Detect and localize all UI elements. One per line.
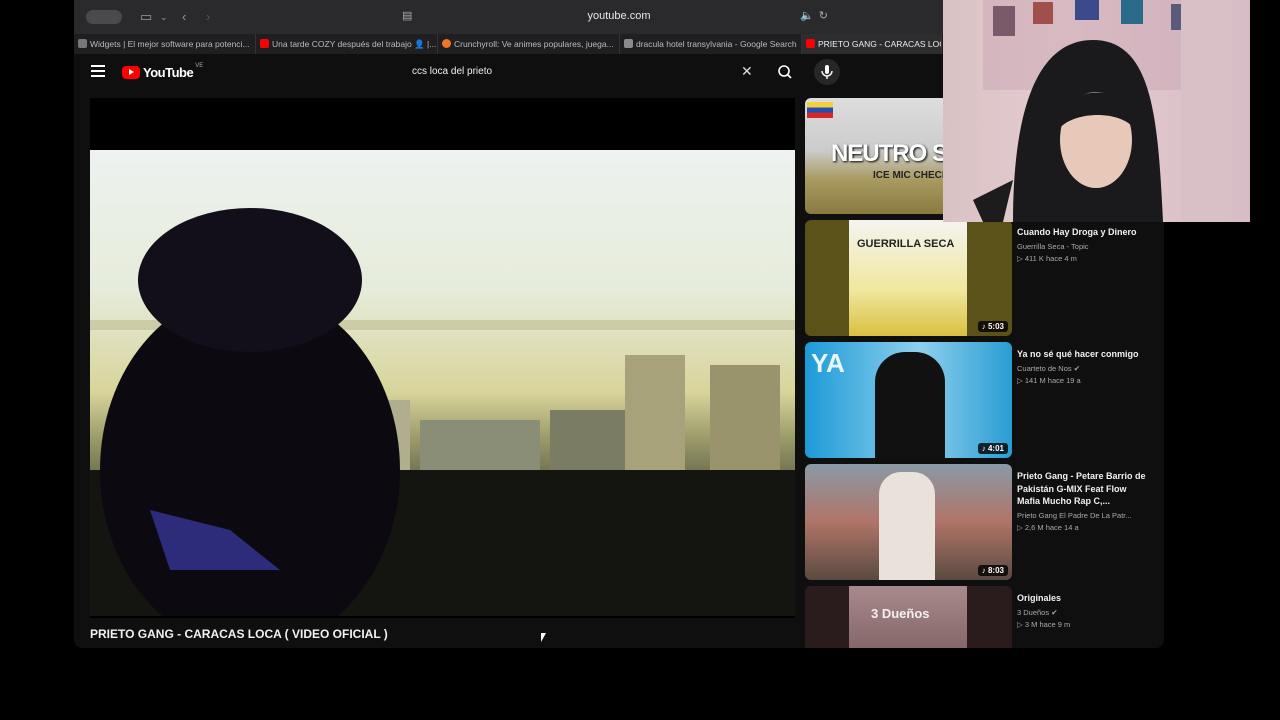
duration-text: 5:03 xyxy=(987,322,1004,331)
rec-stats: ▷ 411 K hace 4 m xyxy=(1017,253,1077,263)
album-cover-text: GUERRILLA SECA xyxy=(857,238,955,250)
thumbnail-text: YA xyxy=(811,348,845,378)
tab-label: Widgets | El mejor software para potenci… xyxy=(90,39,250,49)
search-button[interactable] xyxy=(768,59,804,85)
rec-stats-text: 411 K hace 4 m xyxy=(1024,253,1077,263)
video-thumbnail[interactable]: 3 Dueños xyxy=(805,586,1012,648)
rec-stats: ▷ 2,6 M hace 14 a xyxy=(1017,522,1079,532)
video-thumbnail[interactable]: YA ♪ 4:01 xyxy=(805,342,1012,458)
window-controls[interactable] xyxy=(86,10,122,24)
rec-channel[interactable]: Prieto Gang El Padre De La Patr... xyxy=(1017,511,1152,520)
webcam-overlay xyxy=(943,0,1250,222)
youtube-logo[interactable]: YouTube VE xyxy=(122,63,204,80)
video-thumbnail[interactable]: ♪ 8:03 xyxy=(805,464,1012,580)
rec-title[interactable]: Prieto Gang - Petare Barrio de Pakistán … xyxy=(1017,470,1152,508)
album-cover: GUERRILLA SECA xyxy=(849,220,967,336)
address-bar[interactable]: ▤ youtube.com 🔈 ↻ xyxy=(394,6,844,28)
album-cover: 3 Dueños xyxy=(849,586,967,648)
crunchyroll-favicon-icon xyxy=(442,39,451,48)
verified-icon: ✔ xyxy=(1073,363,1081,373)
rec-channel-text: 3 Dueños xyxy=(1017,607,1050,617)
video-thumbnail[interactable]: GUERRILLA SECA ♪ 5:03 xyxy=(805,220,1012,336)
tab-prieto-gang[interactable]: PRIETO GANG - CARACAS LOCA xyxy=(802,34,942,54)
tab-label: Una tarde COZY después del trabajo 👤 |..… xyxy=(272,39,437,49)
search-input[interactable]: ccs loca del prieto xyxy=(412,66,492,77)
chevron-down-icon[interactable]: ⌄ xyxy=(160,8,168,26)
rec-stats: ▷ 141 M hace 19 a xyxy=(1017,375,1081,385)
rec-channel[interactable]: Cuarteto de Nos ✔ xyxy=(1017,364,1152,373)
video-meta: Ya no sé qué hacer conmigo Cuarteto de N… xyxy=(1017,348,1152,385)
search-box[interactable]: ccs loca del prieto ✕ xyxy=(404,59,764,85)
clear-search-icon[interactable]: ✕ xyxy=(741,63,753,80)
rec-stats-text: 2,6 M hace 14 a xyxy=(1024,522,1079,532)
tab-widgets[interactable]: Widgets | El mejor software para potenci… xyxy=(74,34,256,54)
tab-label: PRIETO GANG - CARACAS LOCA xyxy=(818,39,942,49)
rec-stats: ▷ 3 M hace 9 m xyxy=(1017,619,1071,629)
audio-playing-icon[interactable]: 🔈 xyxy=(800,9,814,22)
widgets-favicon-icon xyxy=(78,39,87,48)
recommendation-item[interactable]: GUERRILLA SECA ♪ 5:03 Cuando Hay Droga y… xyxy=(805,220,1155,338)
microphone-icon xyxy=(821,65,833,79)
duration-badge: ♪ 4:01 xyxy=(977,443,1008,454)
tab-google-search[interactable]: dracula hotel transylvania - Google Sear… xyxy=(620,34,802,54)
recommendation-item[interactable]: ♪ 8:03 Prieto Gang - Petare Barrio de Pa… xyxy=(805,464,1155,582)
tab-crunchyroll[interactable]: Crunchyroll: Ve animes populares, juega.… xyxy=(438,34,620,54)
thumbnail-figure xyxy=(875,352,945,458)
forward-icon[interactable]: › xyxy=(206,8,210,26)
google-favicon-icon xyxy=(624,39,633,48)
logo-text: YouTube xyxy=(143,64,194,80)
duration-badge: ♪ 8:03 xyxy=(977,565,1008,576)
duration-text: 4:01 xyxy=(987,444,1004,453)
video-meta: Originales 3 Dueños ✔ ▷ 3 M hace 9 m xyxy=(1017,592,1152,629)
reload-icon[interactable]: ↻ xyxy=(819,9,828,22)
voice-search-button[interactable] xyxy=(814,59,840,85)
back-icon[interactable]: ‹ xyxy=(182,8,186,26)
venezuela-flag-icon xyxy=(807,102,833,118)
mouse-cursor-icon xyxy=(541,633,546,642)
rec-title[interactable]: Ya no sé qué hacer conmigo xyxy=(1017,348,1152,361)
rec-stats-text: 141 M hace 19 a xyxy=(1024,375,1081,385)
country-code: VE xyxy=(195,63,204,69)
tab-label: Crunchyroll: Ve animes populares, juega.… xyxy=(454,39,614,49)
video-meta: Prieto Gang - Petare Barrio de Pakistán … xyxy=(1017,470,1152,532)
youtube-play-icon xyxy=(122,65,140,79)
recommendation-item[interactable]: YA ♪ 4:01 Ya no sé qué hacer conmigo Cua… xyxy=(805,342,1155,460)
rec-channel-text: Cuarteto de Nos xyxy=(1017,363,1072,373)
webcam-scene xyxy=(973,0,1231,222)
sidebar-icon[interactable]: ▭ xyxy=(140,8,152,26)
duration-text: 8:03 xyxy=(987,566,1004,575)
video-title: PRIETO GANG - CARACAS LOCA ( VIDEO OFICI… xyxy=(90,627,388,641)
youtube-favicon-icon xyxy=(260,39,269,48)
duration-badge: ♪ 5:03 xyxy=(977,321,1008,332)
youtube-favicon-icon xyxy=(806,39,815,48)
video-scene xyxy=(90,208,795,616)
verified-icon: ✔ xyxy=(1051,607,1058,617)
rec-channel[interactable]: 3 Dueños ✔ xyxy=(1017,608,1152,617)
thumbnail-subtext: ICE MIC CHECK xyxy=(873,170,950,181)
rec-title[interactable]: Originales xyxy=(1017,592,1152,605)
tab-cozy[interactable]: Una tarde COZY después del trabajo 👤 |..… xyxy=(256,34,438,54)
rec-title[interactable]: Cuando Hay Droga y Dinero xyxy=(1017,226,1152,239)
url-text: youtube.com xyxy=(587,10,651,22)
tab-label: dracula hotel transylvania - Google Sear… xyxy=(636,39,797,49)
hamburger-menu-icon[interactable] xyxy=(91,65,105,77)
album-cover-text: 3 Dueños xyxy=(871,606,930,621)
rec-stats-text: 3 M hace 9 m xyxy=(1024,619,1071,629)
video-meta: Cuando Hay Droga y Dinero Guerrilla Seca… xyxy=(1017,226,1152,263)
recommendation-item[interactable]: 3 Dueños Originales 3 Dueños ✔ ▷ 3 M hac… xyxy=(805,586,1155,648)
video-frame xyxy=(90,150,795,616)
rec-channel[interactable]: Guerrilla Seca - Topic xyxy=(1017,242,1152,251)
search-icon xyxy=(778,65,792,79)
thumbnail-figure xyxy=(879,472,935,580)
video-player[interactable] xyxy=(90,98,795,618)
